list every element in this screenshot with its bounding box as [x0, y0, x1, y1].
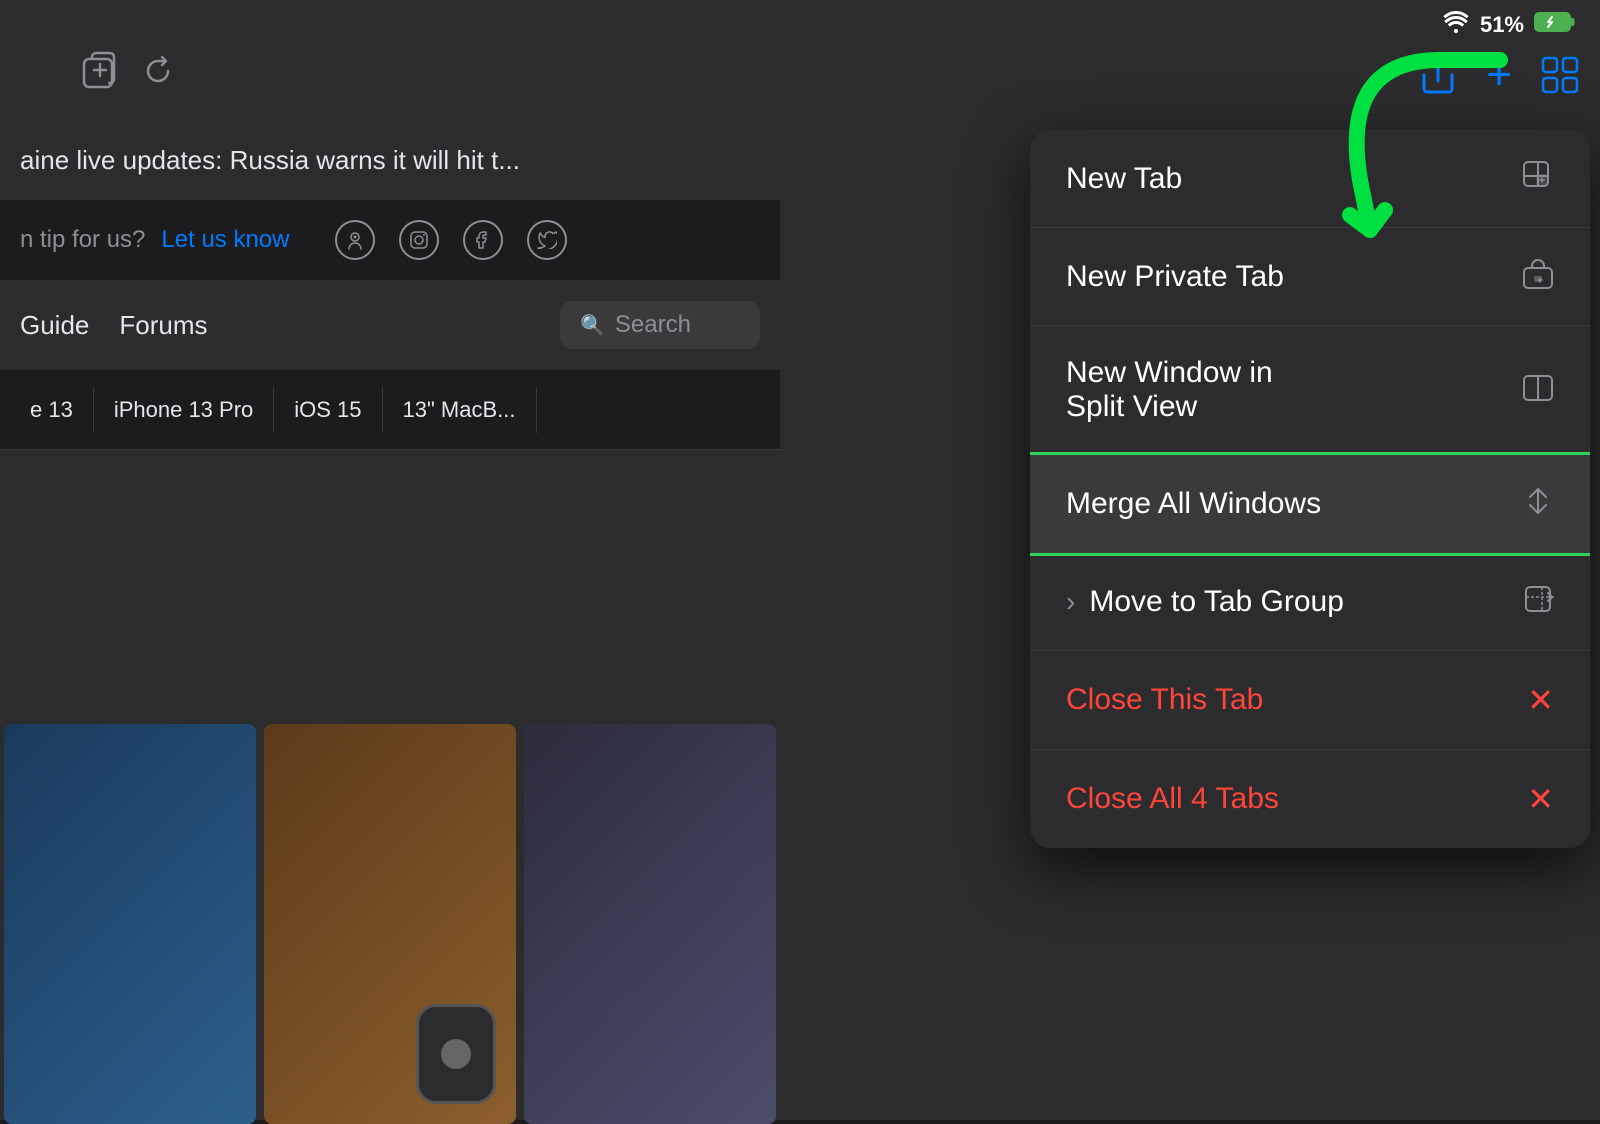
tip-bar: n tip for us? Let us know [0, 200, 780, 280]
tip-text: n tip for us? [20, 226, 145, 254]
close-all-tabs-label: Close All 4 Tabs [1066, 782, 1279, 816]
nav-forums[interactable]: Forums [119, 310, 207, 341]
image-1 [4, 724, 256, 1124]
tab-item-2[interactable]: iOS 15 [274, 387, 382, 433]
reload-icon[interactable] [140, 53, 176, 98]
merge-windows-label: Merge All Windows [1066, 487, 1321, 521]
menu-item-new-tab[interactable]: New Tab [1030, 130, 1590, 228]
menu-item-merge-windows[interactable]: Merge All Windows [1030, 455, 1590, 553]
new-tab-button[interactable]: + [1486, 50, 1512, 100]
new-private-tab-label: New Private Tab [1066, 260, 1284, 294]
tab-item-3[interactable]: 13" MacB... [383, 387, 537, 433]
tab-icon[interactable] [80, 51, 120, 100]
social-icons [335, 220, 567, 260]
tip-link[interactable]: Let us know [161, 226, 289, 254]
share-button[interactable] [1418, 53, 1458, 97]
status-bar: 51% [1300, 0, 1600, 50]
tab-group-icon [1522, 583, 1554, 620]
bottom-images [0, 720, 780, 1120]
tab-bar: e 13 iPhone 13 Pro iOS 15 13" MacB... [0, 370, 780, 450]
tab-grid-button[interactable] [1540, 55, 1580, 95]
merge-icon [1522, 485, 1554, 522]
menu-item-split-view[interactable]: New Window inSplit View [1030, 326, 1590, 455]
search-box[interactable]: 🔍 Search [560, 301, 760, 349]
headline-text: aine live updates: Russia warns it will … [20, 145, 520, 176]
menu-item-new-private-tab[interactable]: New Private Tab [1030, 228, 1590, 326]
search-text: Search [615, 311, 691, 339]
nav-bar: Guide Forums 🔍 Search [0, 280, 780, 370]
close-tab-icon: ✕ [1527, 681, 1554, 719]
tab-item-0[interactable]: e 13 [10, 387, 94, 433]
chevron-right-icon: › [1066, 586, 1075, 618]
new-private-tab-icon [1522, 258, 1554, 295]
nav-guide[interactable]: Guide [20, 310, 89, 341]
image-2 [264, 724, 516, 1124]
menu-item-close-tab[interactable]: Close This Tab ✕ [1030, 651, 1590, 750]
dropdown-menu: New Tab New Private Tab New Window inSpl… [1030, 130, 1590, 848]
battery-icon [1534, 11, 1576, 39]
menu-item-close-all-tabs[interactable]: Close All 4 Tabs ✕ [1030, 750, 1590, 848]
facebook-icon[interactable] [463, 220, 503, 260]
split-view-label: New Window inSplit View [1066, 356, 1273, 424]
image-3 [524, 724, 776, 1124]
twitter-icon[interactable] [527, 220, 567, 260]
move-tab-group-label: Move to Tab Group [1089, 585, 1344, 619]
search-icon: 🔍 [580, 313, 605, 338]
headline-bar: aine live updates: Russia warns it will … [0, 120, 780, 200]
podcast-icon[interactable] [335, 220, 375, 260]
tab-item-1[interactable]: iPhone 13 Pro [94, 387, 274, 433]
instagram-icon[interactable] [399, 220, 439, 260]
move-tab-group-left: › Move to Tab Group [1066, 585, 1344, 619]
toolbar-left-area [60, 30, 700, 120]
close-tab-label: Close This Tab [1066, 683, 1263, 717]
new-tab-label: New Tab [1066, 162, 1182, 196]
split-view-icon [1522, 372, 1554, 409]
battery-percent: 51% [1480, 12, 1524, 38]
menu-item-move-tab-group[interactable]: › Move to Tab Group [1030, 553, 1590, 651]
new-tab-icon [1522, 160, 1554, 197]
wifi-icon [1442, 11, 1470, 39]
close-all-tabs-icon: ✕ [1527, 780, 1554, 818]
